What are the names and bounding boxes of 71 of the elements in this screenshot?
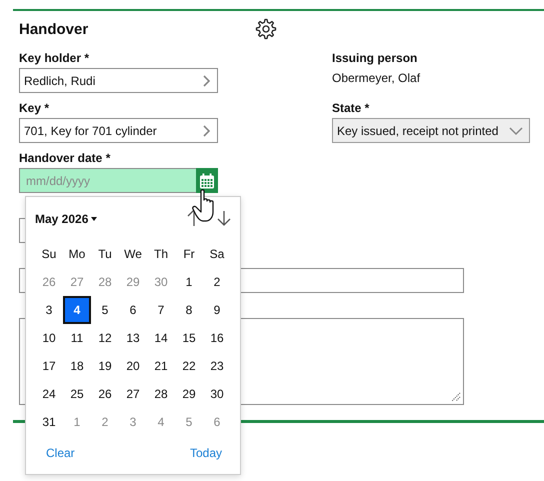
chevron-down-icon [509,126,523,136]
day-cell[interactable]: 29 [175,380,203,408]
field-label: Handover date * [19,150,112,167]
day-cell[interactable]: 19 [91,352,119,380]
day-cell[interactable]: 6 [119,296,147,324]
day-cell[interactable]: 2 [203,268,231,296]
lookup-field[interactable]: 701, Key for 701 cylinder [19,118,218,143]
arrow-down-icon[interactable] [216,211,232,226]
field-value: Obermeyer, Olaf [332,70,422,87]
month-dropdown[interactable]: May 2026 [35,212,98,226]
day-cell[interactable]: 5 [91,296,119,324]
day-cell[interactable]: 20 [119,352,147,380]
day-cell[interactable]: 18 [63,352,91,380]
day-cell[interactable]: 1 [175,268,203,296]
section-title: Handover [19,20,90,38]
day-cell[interactable]: 22 [175,352,203,380]
day-cell[interactable]: 2 [91,408,119,436]
lookup-field[interactable]: Redlich, Rudi [19,68,218,93]
caret-icon [91,216,98,220]
chevron-right-icon [201,74,211,88]
day-cell[interactable]: 26 [91,380,119,408]
day-cell[interactable]: 16 [203,324,231,352]
day-cell[interactable]: 8 [175,296,203,324]
day-cell[interactable]: 13 [119,324,147,352]
day-cell[interactable]: 24 [35,380,63,408]
calendar-button[interactable] [196,168,218,193]
day-cell[interactable]: 21 [147,352,175,380]
day-cell[interactable]: 3 [35,296,63,324]
day-cell[interactable]: 30 [203,380,231,408]
settings-icon[interactable] [253,17,278,41]
day-cell[interactable]: 7 [147,296,175,324]
weekday-label: We [124,247,142,261]
day-cell[interactable]: 1 [63,408,91,436]
day-cell[interactable]: 9 [203,296,231,324]
field-label: Key * [19,100,50,117]
day-cell[interactable]: 17 [35,352,63,380]
state-dropdown[interactable]: Key issued, receipt not printed [332,118,530,143]
day-cell[interactable]: 31 [35,408,63,436]
day-cell[interactable]: 29 [119,268,147,296]
weekday-label: Su [42,247,56,261]
day-cell[interactable]: 27 [119,380,147,408]
weekday-label: Th [154,247,168,261]
day-cell[interactable]: 3 [119,408,147,436]
day-cell[interactable]: 25 [63,380,91,408]
day-cell[interactable]: 23 [203,352,231,380]
day-cell[interactable]: 12 [91,324,119,352]
day-cell[interactable]: 6 [203,408,231,436]
weekday-label: Mo [68,247,86,261]
day-cell[interactable]: 10 [35,324,63,352]
weekday-label: Tu [98,247,112,261]
chevron-right-icon [201,124,211,138]
field-label: State * [332,100,370,117]
day-cell[interactable]: 15 [175,324,203,352]
resize-grip-icon[interactable] [451,392,461,402]
day-cell[interactable]: 30 [147,268,175,296]
day-cell[interactable]: 27 [63,268,91,296]
weekday-label: Fr [183,247,195,261]
day-cell[interactable]: 26 [35,268,63,296]
field-label: Key holder * [19,50,90,67]
day-cell[interactable]: 11 [63,324,91,352]
clear-link[interactable]: Clear [46,446,75,460]
day-cell[interactable]: 5 [175,408,203,436]
day-cell[interactable]: 4 [147,408,175,436]
day-cell[interactable]: 28 [147,380,175,408]
weekday-label: Sa [210,247,224,261]
day-cell[interactable]: 4 [63,296,91,324]
calendar-icon [199,172,215,188]
field-label: Issuing person [332,50,418,67]
day-cell[interactable]: 28 [91,268,119,296]
day-cell[interactable]: 14 [147,324,175,352]
today-link[interactable]: Today [190,446,222,460]
